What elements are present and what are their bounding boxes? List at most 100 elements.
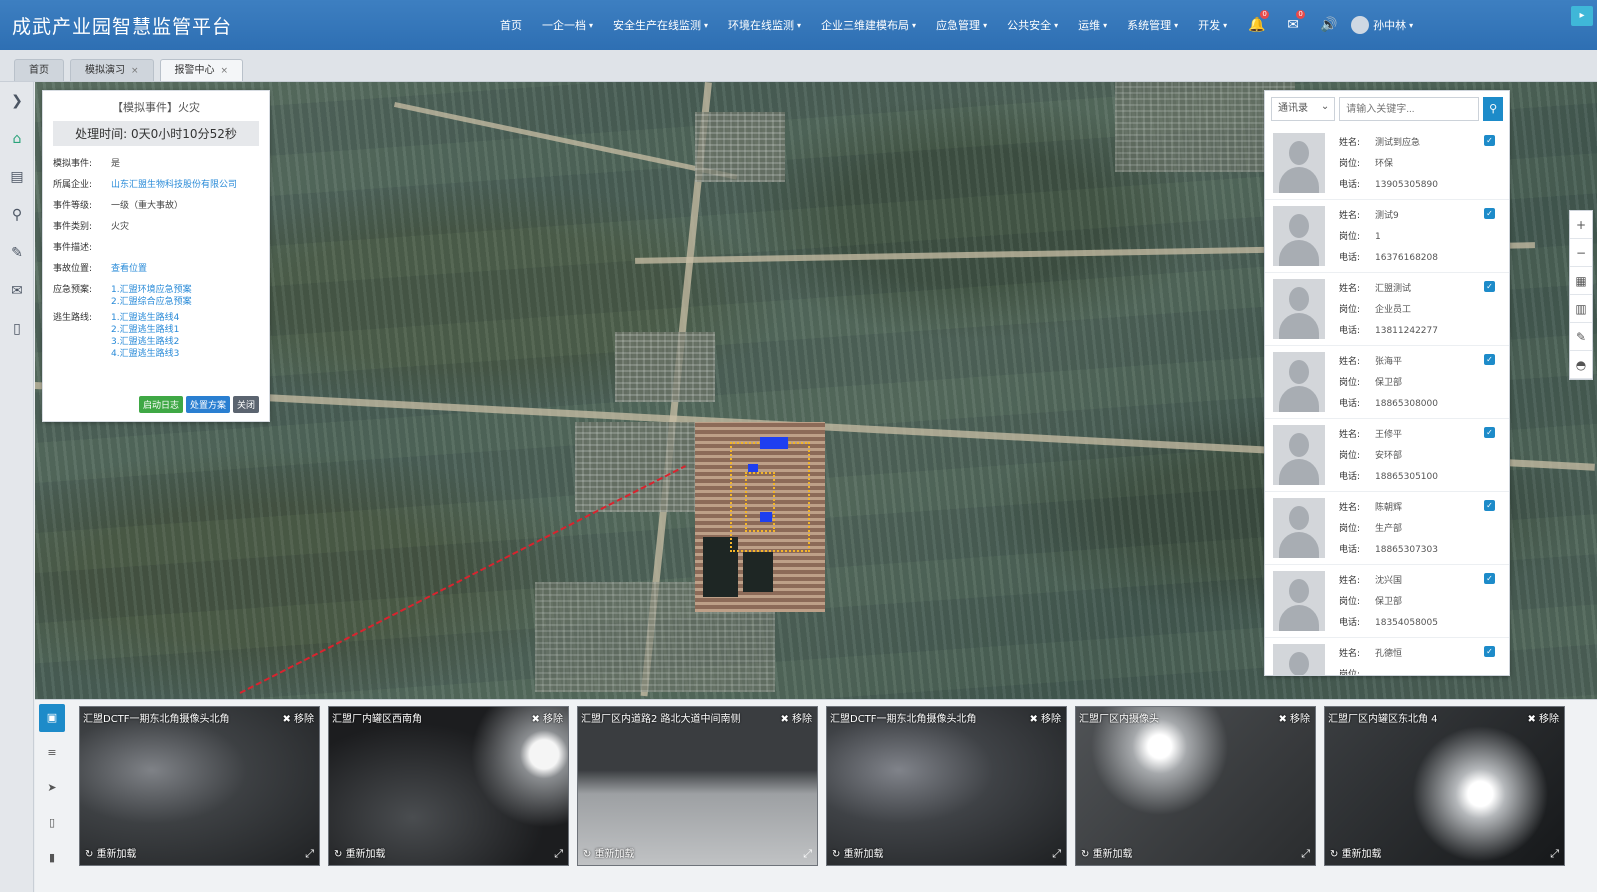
fullscreen-icon[interactable]: ⤢ <box>1301 847 1310 861</box>
escape-route-link[interactable]: 4.汇盟逃生路线3 <box>111 348 179 360</box>
remove-camera-button[interactable]: ✖ 移除 <box>780 710 812 725</box>
contact-checkbox[interactable]: ✓ <box>1484 281 1495 292</box>
camera-feed[interactable]: 汇盟DCTF一期东北角摄像头北角 ✖ 移除 ↻ 重新加载 ⤢ <box>79 706 320 866</box>
tabs-scroll-button[interactable]: ▸ <box>1571 6 1593 26</box>
building-icon[interactable]: ▥ <box>1570 295 1592 323</box>
message-icon[interactable]: ✉ 0 <box>1275 0 1311 50</box>
nav-item[interactable]: 企业三维建模布局 ▾ <box>811 0 926 50</box>
close-icon[interactable]: × <box>131 66 139 76</box>
fullscreen-icon[interactable]: ⤢ <box>803 847 812 861</box>
contact-checkbox[interactable]: ✓ <box>1484 500 1495 511</box>
contact-checkbox[interactable]: ✓ <box>1484 427 1495 438</box>
reload-button[interactable]: ↻ 重新加载 <box>1330 845 1382 860</box>
user-menu[interactable]: 孙中林 ▾ <box>1347 16 1413 34</box>
contact-checkbox[interactable]: ✓ <box>1484 208 1495 219</box>
contact-name: 姓名: 沈兴国 <box>1339 571 1438 592</box>
contact-checkbox[interactable]: ✓ <box>1484 646 1495 657</box>
alert-bell-icon[interactable]: 🔔 0 <box>1239 0 1275 50</box>
tab[interactable]: 报警中心 × <box>159 59 244 81</box>
reload-button[interactable]: ↻ 重新加载 <box>334 845 386 860</box>
contact-item[interactable]: 姓名: 测试9 岗位: 1 电话: 16376168208 ✓ <box>1265 200 1509 273</box>
close-icon: ✖ <box>282 714 294 725</box>
home-icon[interactable]: ⌂ <box>0 120 34 158</box>
camera-feed[interactable]: 汇盟厂内罐区西南角 ✖ 移除 ↻ 重新加载 ⤢ <box>328 706 569 866</box>
nav-item[interactable]: 系统管理 ▾ <box>1117 0 1188 50</box>
document-icon[interactable]: ▯ <box>39 809 65 837</box>
contact-checkbox[interactable]: ✓ <box>1484 135 1495 146</box>
remove-camera-button[interactable]: ✖ 移除 <box>531 710 563 725</box>
contact-item[interactable]: 姓名: 测试到应急 岗位: 环保 电话: 13905305890 ✓ <box>1265 127 1509 200</box>
map-view-icon[interactable]: ▦ <box>1570 267 1592 295</box>
nav-item[interactable]: 环境在线监测 ▾ <box>718 0 811 50</box>
camera-feed[interactable]: 汇盟厂区内罐区东北角 4 ✖ 移除 ↻ 重新加载 ⤢ <box>1324 706 1565 866</box>
zoom-in-icon[interactable]: + <box>1570 211 1592 239</box>
tab[interactable]: 模拟演习 × <box>70 59 154 81</box>
contact-item[interactable]: 姓名: 沈兴国 岗位: 保卫部 电话: 18354058005 ✓ <box>1265 565 1509 638</box>
emergency-plan-link[interactable]: 1.汇盟环境应急预案 <box>111 284 192 296</box>
filter-icon[interactable]: ≡ <box>39 739 65 767</box>
nav-item[interactable]: 开发 ▾ <box>1188 0 1237 50</box>
search-icon[interactable]: ⚲ <box>0 196 34 234</box>
nav-item[interactable]: 一企一档 ▾ <box>532 0 603 50</box>
reload-button[interactable]: ↻ 重新加载 <box>832 845 884 860</box>
contact-item[interactable]: 姓名: 汇盟测试 岗位: 企业员工 电话: 13811242277 ✓ <box>1265 273 1509 346</box>
remove-label: 移除 <box>1290 714 1310 725</box>
contact-phone: 电话: 18865308000 <box>1339 394 1438 415</box>
start-log-button[interactable]: 启动日志 <box>138 396 183 413</box>
draw-icon[interactable]: ✎ <box>0 234 34 272</box>
chevron-down-icon: ▾ <box>1174 20 1179 30</box>
escape-route-link[interactable]: 3.汇盟逃生路线2 <box>111 336 179 348</box>
contact-item[interactable]: 姓名: 王修平 岗位: 安环部 电话: 18865305100 ✓ <box>1265 419 1509 492</box>
remove-camera-button[interactable]: ✖ 移除 <box>1278 710 1310 725</box>
layers-icon[interactable]: ▤ <box>0 158 34 196</box>
nav-item[interactable]: 应急管理 ▾ <box>926 0 997 50</box>
nav-item[interactable]: 运维 ▾ <box>1068 0 1117 50</box>
nav-item[interactable]: 首页 <box>490 0 532 50</box>
contact-item[interactable]: 姓名: 张海平 岗位: 保卫部 电话: 18865308000 ✓ <box>1265 346 1509 419</box>
reload-button[interactable]: ↻ 重新加载 <box>1081 845 1133 860</box>
event-field-link[interactable]: 山东汇盟生物科技股份有限公司 <box>111 175 237 196</box>
contact-item[interactable]: 姓名: 陈朝辉 岗位: 生产部 电话: 18865307303 ✓ <box>1265 492 1509 565</box>
event-field-link[interactable]: 查看位置 <box>111 259 147 280</box>
escape-route-link[interactable]: 2.汇盟逃生路线1 <box>111 324 179 336</box>
contact-checkbox[interactable]: ✓ <box>1484 573 1495 584</box>
contacts-search-input[interactable] <box>1339 97 1480 121</box>
remove-camera-button[interactable]: ✖ 移除 <box>1527 710 1559 725</box>
fullscreen-icon[interactable]: ⤢ <box>1052 847 1061 861</box>
disposal-plan-button[interactable]: 处置方案 <box>185 396 230 413</box>
tab-label: 模拟演习 <box>85 65 125 76</box>
mail-icon[interactable]: ✉ <box>0 272 34 310</box>
reload-button[interactable]: ↻ 重新加载 <box>583 845 635 860</box>
reload-button[interactable]: ↻ 重新加载 <box>85 845 137 860</box>
fullscreen-icon[interactable]: ⤢ <box>554 847 563 861</box>
fullscreen-icon[interactable]: ⤢ <box>305 847 314 861</box>
volume-icon[interactable]: 🔊 <box>1311 0 1347 50</box>
camera-feed[interactable]: 汇盟厂区内摄像头 ✖ 移除 ↻ 重新加载 ⤢ <box>1075 706 1316 866</box>
fullscreen-icon[interactable]: ⤢ <box>1550 847 1559 861</box>
measure-icon[interactable]: ✎ <box>1570 323 1592 351</box>
escape-route-link[interactable]: 1.汇盟逃生路线4 <box>111 312 179 324</box>
camera-feed[interactable]: 汇盟DCTF一期东北角摄像头北角 ✖ 移除 ↻ 重新加载 ⤢ <box>826 706 1067 866</box>
contacts-select[interactable]: 通讯录 <box>1271 96 1336 121</box>
nav-item[interactable]: 公共安全 ▾ <box>997 0 1068 50</box>
contact-info: 姓名: 测试到应急 岗位: 环保 电话: 13905305890 <box>1325 133 1438 193</box>
folder-icon[interactable]: ▣ <box>39 704 65 732</box>
camera-feed[interactable]: 汇盟厂区内道路2 路北大道中间南侧 ✖ 移除 ↻ 重新加载 ⤢ <box>577 706 818 866</box>
contact-field-label: 电话: <box>1339 253 1361 263</box>
close-button[interactable]: 关闭 <box>232 396 259 413</box>
bookmark-icon[interactable]: ▮ <box>39 844 65 872</box>
remove-camera-button[interactable]: ✖ 移除 <box>1029 710 1061 725</box>
nav-item[interactable]: 安全生产在线监测 ▾ <box>603 0 718 50</box>
send-icon[interactable]: ➤ <box>39 774 65 802</box>
zoom-out-icon[interactable]: − <box>1570 239 1592 267</box>
remove-camera-button[interactable]: ✖ 移除 <box>282 710 314 725</box>
document-icon[interactable]: ▯ <box>0 310 34 348</box>
emergency-plan-link[interactable]: 2.汇盟综合应急预案 <box>111 296 192 308</box>
layer-icon[interactable]: ◓ <box>1570 351 1592 379</box>
close-icon[interactable]: × <box>221 66 229 76</box>
expand-icon[interactable]: ❯ <box>0 82 34 120</box>
contact-checkbox[interactable]: ✓ <box>1484 354 1495 365</box>
tab[interactable]: 首页 <box>14 59 64 81</box>
contact-item[interactable]: 姓名:孔德恒岗位:电话:✓ <box>1265 638 1509 675</box>
search-icon[interactable]: ⚲ <box>1483 97 1503 121</box>
